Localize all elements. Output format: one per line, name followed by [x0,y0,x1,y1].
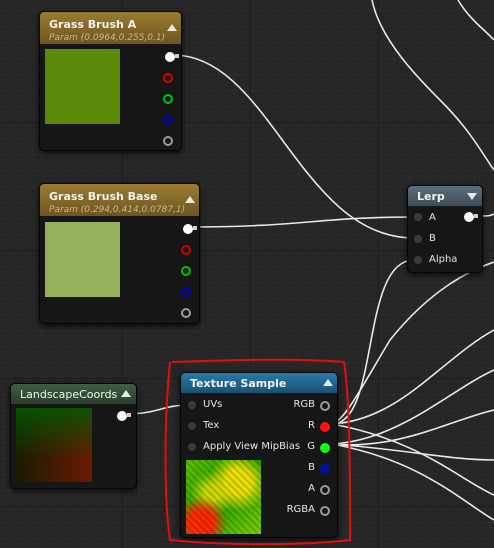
grass-brush-base-header[interactable]: Grass Brush Base Param (0.294,0.414,0.07… [40,184,199,216]
output-pin-g[interactable] [163,94,173,104]
input-label-b: B [429,233,436,244]
output-pin-rgb[interactable] [165,52,175,62]
output-pin-r[interactable] [163,73,173,83]
wire-right-f [331,443,494,521]
output-label-b: B [308,462,315,473]
wire-grass-base-to-lerp-a [191,216,415,228]
grass-brush-a-header[interactable]: Grass Brush A Param (0.0964,0.255,0.1) [40,12,181,44]
wire-right-e [331,443,494,461]
output-pin-r[interactable] [320,422,330,432]
color-swatch [45,49,120,124]
output-pin-b[interactable] [320,464,330,474]
output-label-rgba: RGBA [286,504,315,515]
wire-right-d [331,409,494,446]
output-pin-rgb[interactable] [183,224,193,234]
coords-preview [16,408,92,482]
output-pin-g[interactable] [181,266,191,276]
output-pin-g[interactable] [320,443,330,453]
output-pin-result[interactable] [464,212,474,222]
collapse-arrow-icon[interactable] [323,379,333,386]
output-pin-a[interactable] [181,308,191,318]
output-pin-rgba[interactable] [320,506,330,516]
node-param: Param (0.0964,0.255,0.1) [49,33,166,43]
output-pin-uv[interactable] [117,411,127,421]
wire-right-b [331,329,494,425]
collapse-arrow-icon[interactable] [167,24,177,31]
node-title: Lerp [417,190,445,203]
grass-brush-a-node[interactable]: Grass Brush A Param (0.0964,0.255,0.1) [39,11,182,151]
node-title: Grass Brush A [49,18,137,31]
output-pin-a[interactable] [320,485,330,495]
wire-right-a [331,261,494,425]
node-title: LandscapeCoords [20,388,118,401]
input-label-tex: Tex [203,420,220,431]
node-title: Texture Sample [190,377,287,390]
node-param: Param (0.294,0.414,0.0787,1) [49,205,186,215]
landscape-coords-header[interactable]: LandscapeCoords [11,384,136,404]
input-label-a: A [429,212,436,223]
grass-brush-base-node[interactable]: Grass Brush Base Param (0.294,0.414,0.07… [39,183,200,324]
wire-top-right-1 [371,0,494,171]
texture-sample-header[interactable]: Texture Sample [181,373,337,393]
color-swatch [45,222,120,297]
wire-right-c [331,369,494,445]
collapse-arrow-icon[interactable] [467,193,477,200]
output-pin-rgb[interactable] [320,401,330,411]
collapse-arrow-icon[interactable] [121,390,131,397]
texture-sample-node[interactable]: Texture Sample UVs Tex Apply View MipBia… [180,372,338,538]
input-label-mipbias: Apply View MipBias [203,441,301,452]
input-label-uvs: UVs [203,399,223,410]
input-pin-mipbias[interactable] [188,443,196,451]
input-pin-a[interactable] [414,213,422,221]
output-label-rgb: RGB [293,399,315,410]
pin-tab [193,226,197,230]
input-pin-alpha[interactable] [414,256,422,264]
output-pin-a[interactable] [163,136,173,146]
pin-tab [474,214,478,218]
output-label-r: R [308,420,315,431]
input-pin-tex[interactable] [188,422,196,430]
output-pin-b[interactable] [163,115,173,125]
output-label-a: A [308,483,315,494]
wire-top-right-2 [457,0,494,41]
wire-right-g [331,423,494,496]
collapse-arrow-icon[interactable] [185,196,195,203]
input-label-alpha: Alpha [429,254,458,265]
lerp-header[interactable]: Lerp [408,186,482,206]
output-pin-r[interactable] [181,245,191,255]
landscape-coords-node[interactable]: LandscapeCoords [10,383,137,489]
pin-tab [175,54,179,58]
wire-r-to-lerp-alpha [331,259,415,425]
lerp-node[interactable]: Lerp A B Alpha [407,185,483,273]
pin-tab [127,413,131,417]
output-label-g: G [307,441,315,452]
input-pin-uvs[interactable] [188,401,196,409]
input-pin-b[interactable] [414,235,422,243]
node-title: Grass Brush Base [49,190,158,203]
wire-grass-a-to-lerp-b [172,54,415,239]
texture-preview [186,460,261,534]
output-pin-b[interactable] [181,287,191,297]
